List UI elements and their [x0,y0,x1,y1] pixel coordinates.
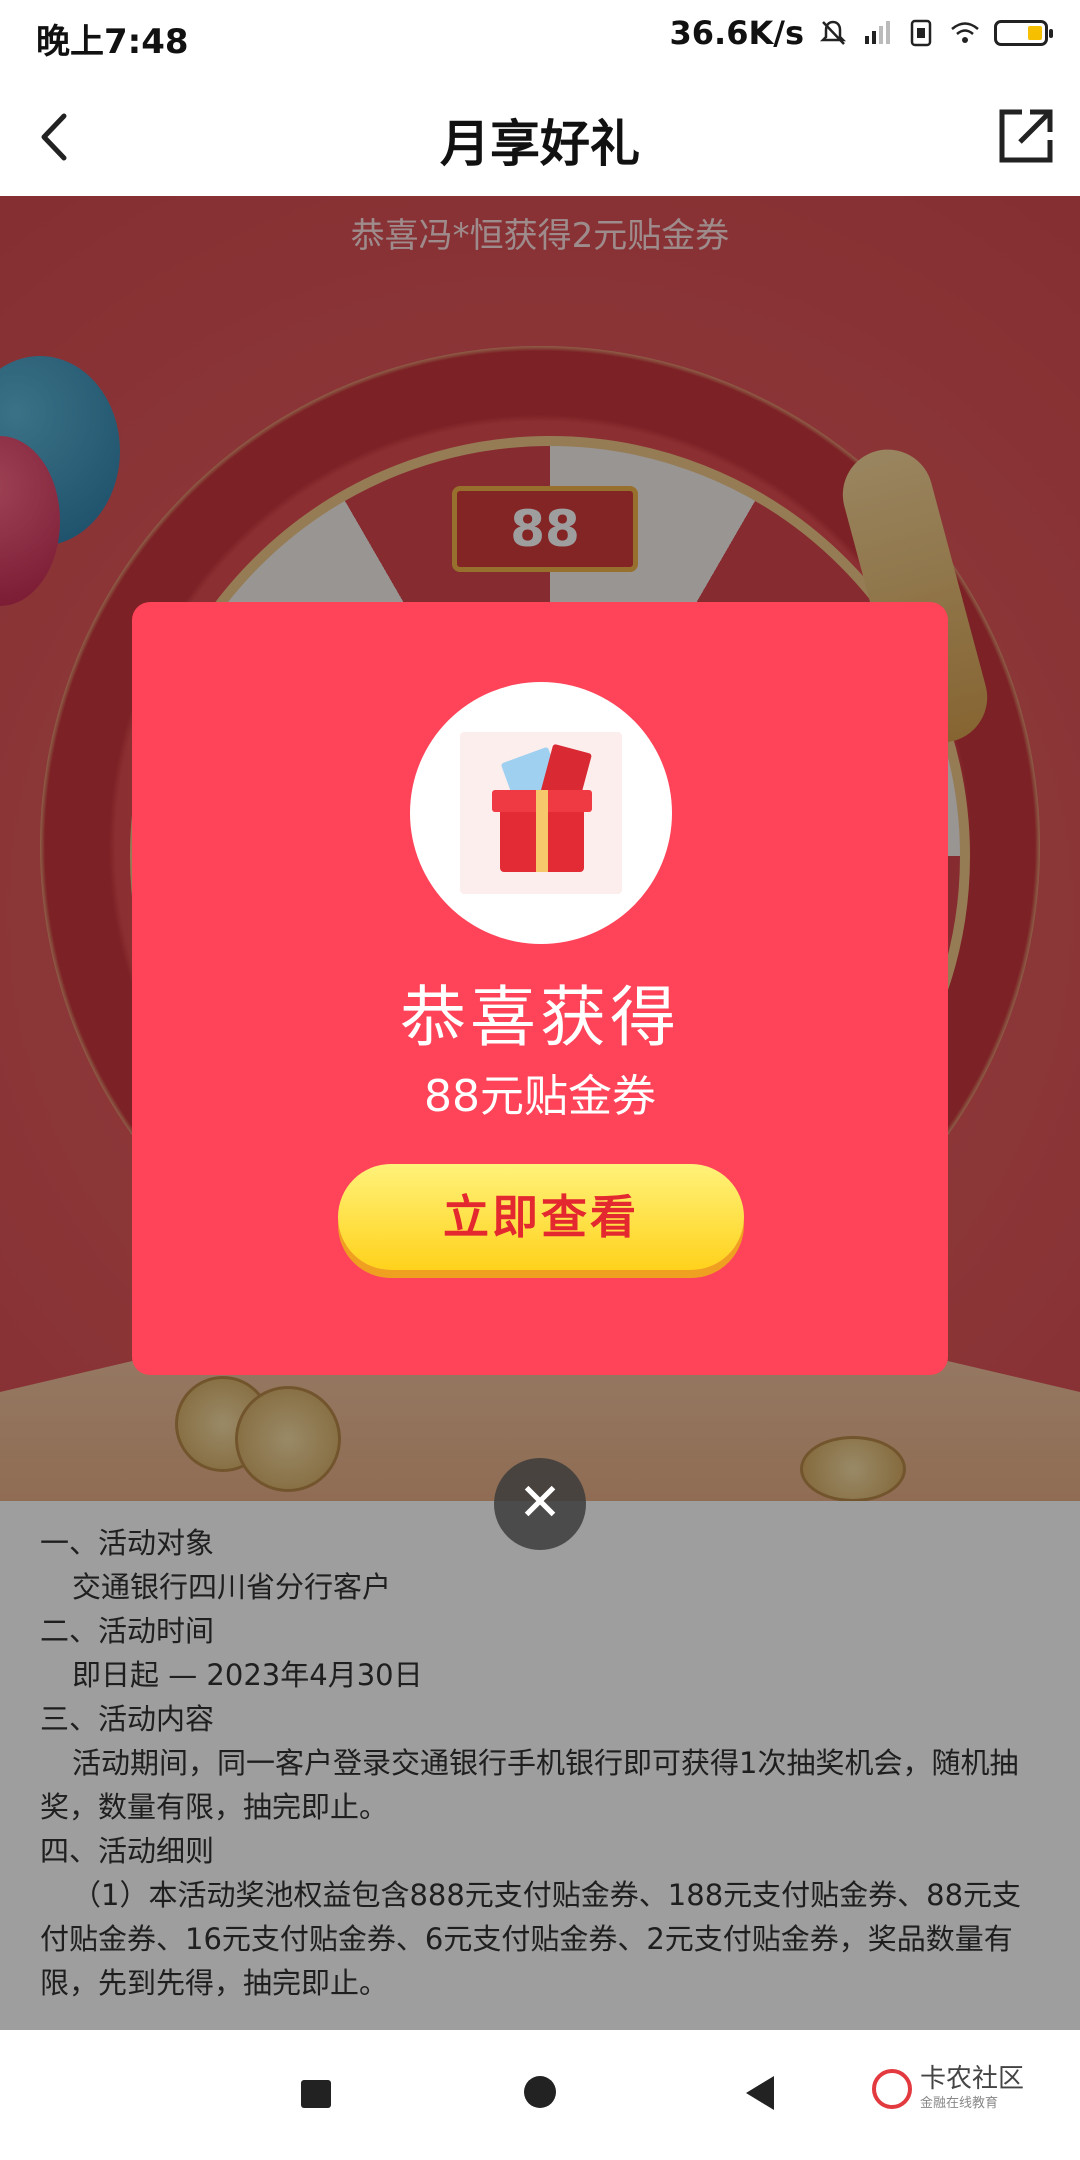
page-title: 月享好礼 [440,115,640,173]
system-nav-bar: 卡农社区 金融在线教育 [0,2030,1080,2160]
share-external-icon[interactable] [994,104,1058,168]
recent-apps-button[interactable] [301,2080,331,2108]
back-button[interactable] [746,2076,774,2110]
gift-avatar [410,682,672,944]
modal-title: 恭喜获得 [400,979,680,1056]
gift-box-image [460,732,622,894]
watermark: 卡农社区 金融在线教育 [871,2064,1024,2111]
status-bar: 晚上7:48 36.6K/s [0,0,1080,76]
prize-modal: 恭喜获得 88元贴金券 立即查看 [132,602,948,1375]
nav-bar: 月享好礼 [0,76,1080,196]
battery-icon [994,20,1053,46]
view-now-button[interactable]: 立即查看 [338,1164,744,1270]
watermark-logo-icon [871,2068,912,2109]
watermark-name: 卡农社区 [919,2064,1024,2094]
sim-icon [910,19,932,47]
bell-mute-icon [819,20,847,45]
signal-icon [865,21,890,44]
network-speed: 36.6K/s [669,14,804,52]
watermark-sub: 金融在线教育 [919,2096,998,2111]
prize-description: 88元贴金券 [424,1071,656,1122]
wifi-icon [951,22,979,43]
close-icon[interactable]: ✕ [494,1458,586,1550]
home-button[interactable] [524,2076,556,2108]
status-time: 晚上7:48 [36,22,189,62]
status-icons: 36.6K/s [669,14,1053,52]
